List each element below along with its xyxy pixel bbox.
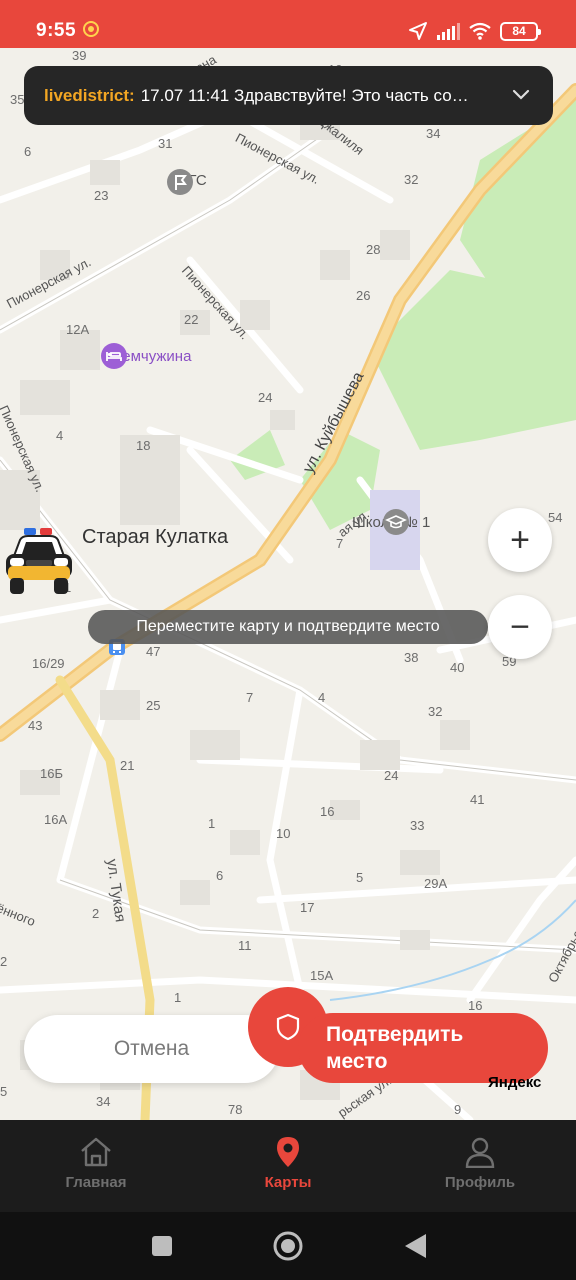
poi-school[interactable]: Школа № 1: [352, 508, 452, 535]
house-number: 28: [366, 242, 381, 257]
nav-item-maps[interactable]: Карты: [192, 1120, 384, 1212]
house-number: 23: [94, 188, 109, 203]
house-number: 34: [426, 126, 441, 141]
house-number: 21: [120, 758, 135, 773]
notification-text: 17.07 11:41 Здравствуйте! Это часть сооб…: [140, 85, 471, 105]
house-number: 18: [136, 438, 151, 453]
house-number: 1: [208, 816, 216, 831]
poi-hotel[interactable]: Жемчужина: [100, 342, 200, 369]
house-number: 4: [56, 428, 64, 443]
notification-app-name: livedistrict:: [44, 85, 135, 105]
house-number: 24: [258, 390, 273, 405]
house-number: 29А: [424, 876, 448, 891]
house-number: 10: [276, 826, 291, 841]
poi-zags[interactable]: ЗАГС: [166, 168, 210, 195]
house-number: 32: [404, 172, 419, 187]
signal-icon: [437, 23, 460, 40]
home-circle-icon[interactable]: [272, 1230, 304, 1262]
confirm-location-button[interactable]: Подтвердить место: [298, 1013, 548, 1083]
map-view[interactable]: ул. Куйбышева Пионерская ул. Пионерская …: [0, 48, 576, 1120]
house-number: 15А: [310, 968, 334, 983]
back-icon[interactable]: [402, 1232, 428, 1260]
nav-item-profile-label: Профиль: [444, 1174, 516, 1191]
house-number: 11: [238, 938, 252, 953]
cancel-button[interactable]: Отмена: [24, 1015, 279, 1083]
nav-item-home[interactable]: Главная: [0, 1120, 192, 1212]
house-number: 2: [92, 906, 100, 921]
house-number: 16/29: [32, 656, 65, 671]
battery-level: 84: [512, 24, 526, 38]
house-number: 38: [404, 650, 419, 665]
chevron-down-icon[interactable]: [511, 84, 531, 104]
city-label: Старая Кулатка: [82, 526, 229, 548]
house-number: 31: [158, 136, 173, 151]
house-number: 5: [356, 870, 364, 885]
police-car-icon[interactable]: [0, 526, 78, 600]
nav-item-maps-label: Карты: [264, 1174, 312, 1191]
house-number: 39: [72, 48, 87, 63]
house-number: 16: [320, 804, 335, 819]
house-number: 47: [146, 644, 161, 659]
flag-icon: [167, 169, 193, 195]
school-cap-icon: [383, 509, 409, 535]
notification-app-icon: [83, 21, 99, 37]
house-number: 4: [318, 690, 326, 705]
zoom-in-button[interactable]: +: [488, 508, 552, 572]
house-number: 9: [454, 1102, 462, 1117]
house-number: 24: [384, 768, 399, 783]
house-number: 43: [28, 718, 43, 733]
nav-item-profile[interactable]: Профиль: [384, 1120, 576, 1212]
bed-icon: [101, 343, 127, 369]
house-number: 33: [410, 818, 425, 833]
house-number: 17: [300, 900, 315, 915]
house-number: 78: [228, 1102, 243, 1117]
status-icons: 84: [408, 20, 541, 42]
nav-item-home-label: Главная: [65, 1174, 127, 1191]
house-number: 25: [146, 698, 161, 713]
house-number: 12А: [66, 322, 90, 337]
screen: 9:55 84 ул. Куйбышева Пионерская ул. Пио…: [0, 0, 576, 1280]
map-pin-icon: [277, 1137, 299, 1167]
map-canvas: [0, 83, 576, 1120]
house-number: 6: [24, 144, 32, 159]
recents-icon[interactable]: [150, 1234, 174, 1258]
house-number: 2: [0, 954, 8, 969]
house-number: 40: [450, 660, 465, 675]
house-number: 5: [0, 1084, 8, 1099]
house-number: 35: [10, 92, 25, 107]
house-number: 16Б: [40, 766, 63, 781]
notification-banner[interactable]: livedistrict: 17.07 11:41 Здравствуйте! …: [24, 66, 553, 125]
house-number: 16: [468, 998, 483, 1013]
house-number: 54: [548, 510, 563, 525]
system-navigation-bar: [0, 1212, 576, 1280]
house-number: 32: [428, 704, 443, 719]
house-number: 6: [216, 868, 224, 883]
house-number: 7: [246, 690, 254, 705]
location-arrow-icon: [409, 22, 427, 40]
home-icon: [81, 1137, 111, 1167]
map-hint: Переместите карту и подтвердите место: [88, 610, 488, 644]
house-number: 16А: [44, 812, 68, 827]
battery-indicator: 84: [500, 21, 541, 41]
house-number: 7: [336, 536, 344, 551]
status-time: 9:55: [36, 20, 77, 41]
zoom-out-button[interactable]: −: [488, 595, 552, 659]
yandex-attribution: Яндекс: [488, 1074, 542, 1091]
house-number: 1: [174, 990, 182, 1005]
house-number: 22: [184, 312, 199, 327]
house-number: 34: [96, 1094, 111, 1109]
status-bar: 9:55 84: [0, 0, 576, 48]
house-number: 41: [470, 792, 485, 807]
wifi-icon: [469, 22, 491, 40]
bottom-nav: Главная Карты Профиль: [0, 1120, 576, 1212]
house-number: 26: [356, 288, 371, 303]
profile-icon: [465, 1137, 495, 1168]
